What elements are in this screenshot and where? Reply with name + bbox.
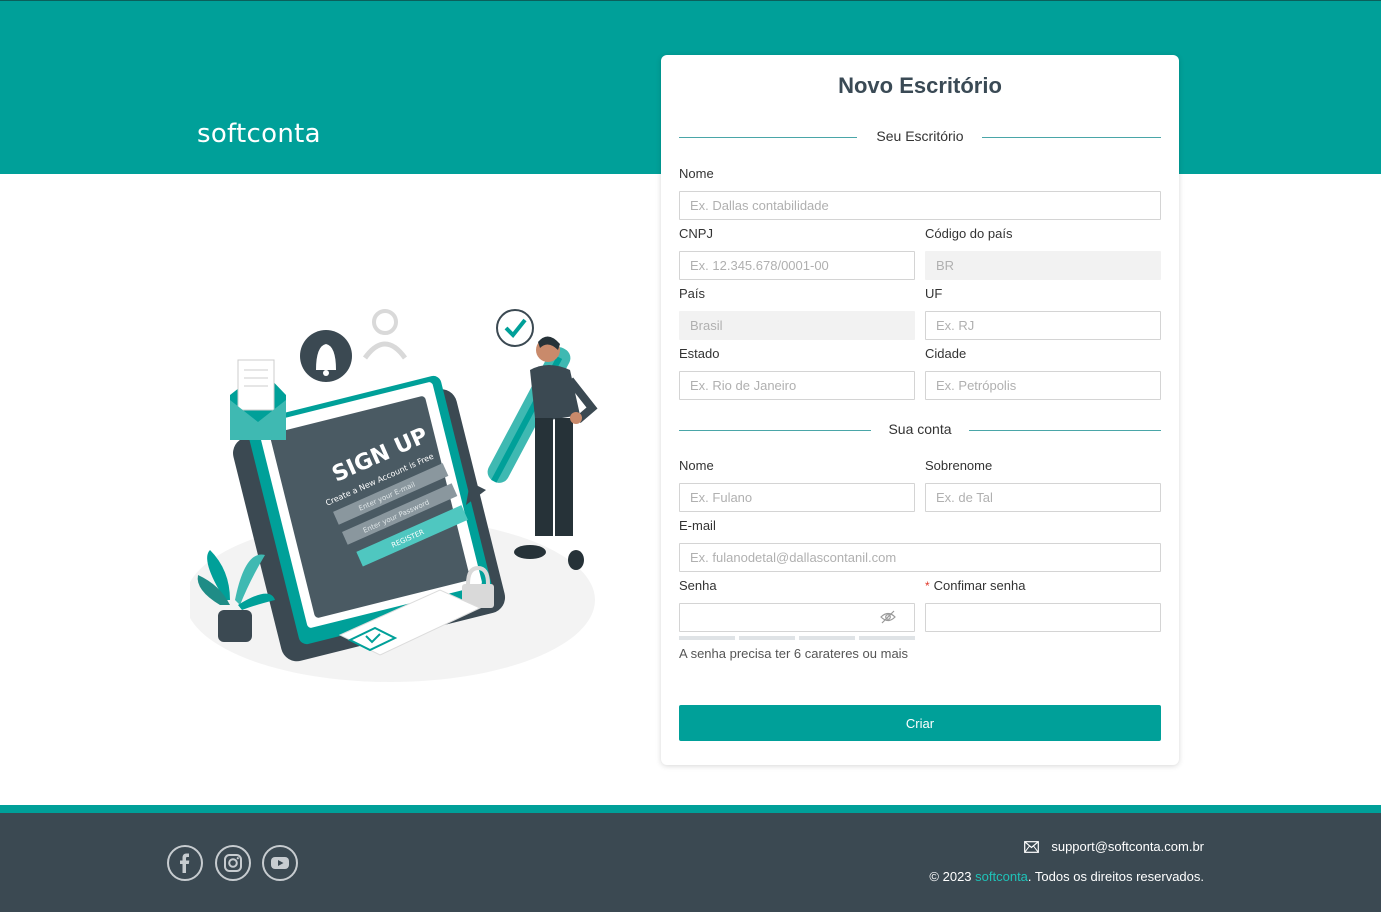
footer-accent-strip xyxy=(0,805,1381,813)
first-name-label: Nome xyxy=(679,458,714,473)
password-label: Senha xyxy=(679,578,717,593)
email-label: E-mail xyxy=(679,518,716,533)
last-name-input[interactable] xyxy=(925,483,1161,512)
section-divider-office: Seu Escritório xyxy=(679,128,1161,148)
user-outline-icon xyxy=(362,309,408,360)
country-code-label: Código do país xyxy=(925,226,1013,241)
cnpj-input[interactable] xyxy=(679,251,915,280)
copyright: © 2023 softconta. Todos os direitos rese… xyxy=(929,869,1204,884)
facebook-icon[interactable] xyxy=(167,845,203,881)
copyright-brand-link[interactable]: softconta xyxy=(975,869,1028,884)
copyright-suffix: . Todos os direitos reservados. xyxy=(1027,869,1204,884)
state-input[interactable] xyxy=(679,371,915,400)
footer: support@softconta.com.br © 2023 softcont… xyxy=(0,813,1381,912)
uf-label: UF xyxy=(925,286,943,301)
signup-illustration: SIGN UP Create a New Account is Free Ent… xyxy=(190,309,598,682)
new-office-form-card: Novo Escritório Seu Escritório Nome CNPJ… xyxy=(661,55,1179,765)
mail-icon xyxy=(1024,840,1040,853)
password-strength-bar-2 xyxy=(739,636,795,640)
confirm-password-label: * Confimar senha xyxy=(925,578,1025,593)
section-divider-account: Sua conta xyxy=(679,421,1161,441)
city-input[interactable] xyxy=(925,371,1161,400)
confirm-password-input[interactable] xyxy=(925,603,1161,632)
confirm-password-label-text: Confimar senha xyxy=(933,578,1026,593)
check-bubble-icon xyxy=(496,309,534,347)
country-code-input xyxy=(925,251,1161,280)
cnpj-label: CNPJ xyxy=(679,226,713,241)
uf-input[interactable] xyxy=(925,311,1161,340)
office-name-input[interactable] xyxy=(679,191,1161,220)
youtube-icon[interactable] xyxy=(262,845,298,881)
section-title-office: Seu Escritório xyxy=(876,128,964,144)
eye-slash-icon[interactable] xyxy=(880,610,896,624)
softconta-logo[interactable]: softconta xyxy=(197,119,321,149)
city-label: Cidade xyxy=(925,346,967,361)
state-label: Estado xyxy=(679,346,720,361)
form-title: Novo Escritório xyxy=(838,73,1002,98)
country-input xyxy=(679,311,915,340)
create-button[interactable]: Criar xyxy=(679,705,1161,741)
password-strength-bar-4 xyxy=(859,636,915,640)
password-strength-bar-1 xyxy=(679,636,735,640)
copyright-prefix: © 2023 xyxy=(929,869,976,884)
support-email-link[interactable]: support@softconta.com.br xyxy=(1051,839,1204,854)
password-strength-bar-3 xyxy=(799,636,855,640)
bell-icon xyxy=(300,330,352,382)
envelope-icon xyxy=(230,359,286,440)
instagram-icon[interactable] xyxy=(215,845,251,881)
password-hint: A senha precisa ter 6 carateres ou mais xyxy=(679,646,909,661)
last-name-label: Sobrenome xyxy=(925,458,993,473)
office-name-label: Nome xyxy=(679,166,714,181)
person-illustration xyxy=(514,336,598,570)
country-label: País xyxy=(679,286,706,301)
first-name-input[interactable] xyxy=(679,483,915,512)
section-title-account: Sua conta xyxy=(888,421,952,437)
support-contact: support@softconta.com.br xyxy=(1024,839,1204,854)
required-marker: * xyxy=(925,579,930,593)
email-input[interactable] xyxy=(679,543,1161,572)
